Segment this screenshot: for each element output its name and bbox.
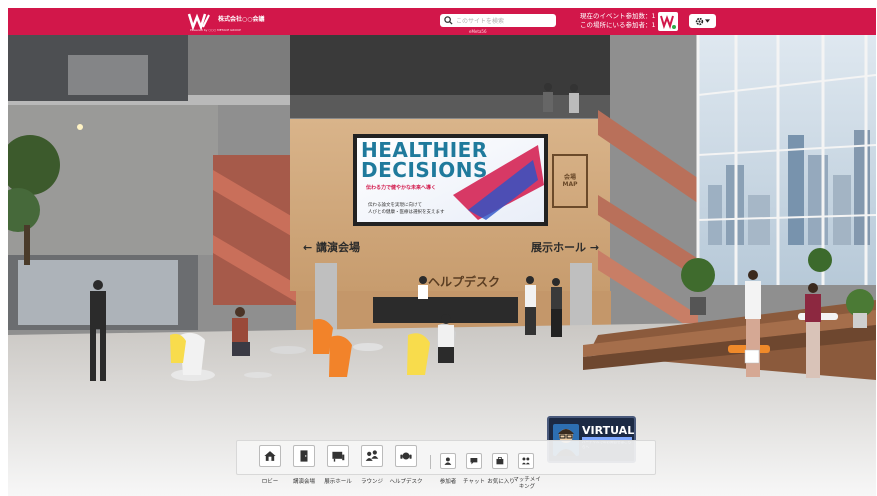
company-subtitle: Powered by ○○○ METACE GROUP: [190, 28, 241, 32]
place-participants-count: この場所にいる参加者：1: [580, 21, 656, 29]
nav-matchmaking-label: マッチメイキング: [513, 477, 541, 490]
search-placeholder: このサイトを検索: [456, 18, 505, 25]
chat-icon: [470, 458, 478, 465]
billboard-title-line2: DECISIONS: [361, 158, 488, 182]
lobby-illustration: [8, 35, 876, 496]
nav-exhibit-hall-label: 展示ホール: [324, 479, 352, 485]
nav-chat-button[interactable]: [466, 453, 482, 469]
map-sign-line2: MAP: [562, 181, 578, 188]
billboard-title-line1: HEALTHIER: [361, 138, 488, 162]
nav-lounge-button[interactable]: [361, 445, 383, 467]
search-icon: [444, 16, 453, 25]
virtual-title: VIRTUAL: [582, 424, 635, 437]
help-desk-sign[interactable]: ヘルプデスク: [428, 273, 500, 290]
online-status-dot: [671, 24, 677, 30]
top-bar: 株式会社○○会議 Powered by ○○○ METACE GROUP このサ…: [8, 8, 876, 35]
nav-lobby-label: ロビー: [261, 479, 279, 485]
event-participants-count: 現在のイベント参加数：1: [580, 12, 656, 20]
billboard-description-1: 伝わる論文を実現に向けて: [368, 203, 422, 208]
user-avatar[interactable]: [658, 12, 678, 31]
participant-counts: 現在のイベント参加数：1 この場所にいる参加者：1: [580, 12, 656, 30]
nav-chat-label: チャット: [463, 479, 485, 485]
nav-participants-label: 参加者: [439, 479, 457, 485]
nav-helpdesk-label: ヘルプデスク: [389, 479, 423, 485]
helpdesk-icon: [400, 452, 412, 460]
house-icon: [264, 451, 276, 461]
nav-exhibit-hall-button[interactable]: [327, 445, 349, 467]
lecture-hall-sign[interactable]: ← 講演会場: [303, 239, 360, 255]
nav-helpdesk-button[interactable]: [395, 445, 417, 467]
nav-matchmaking-button[interactable]: [518, 453, 534, 469]
exhibit-hall-sign[interactable]: 展示ホール →: [531, 239, 599, 255]
nav-lecture-hall-button[interactable]: [293, 445, 315, 467]
nav-favorites-button[interactable]: [492, 453, 508, 469]
nav-lounge-label: ラウンジ: [360, 479, 383, 485]
nav-lecture-hall-label: 講演会場: [292, 479, 315, 485]
chevron-down-icon: [705, 19, 710, 23]
favorite-icon: [496, 457, 504, 465]
nav-divider: [430, 455, 431, 469]
venue-map-sign[interactable]: 会場 MAP: [555, 174, 585, 188]
site-code: eMeta56: [469, 29, 487, 34]
settings-button[interactable]: [689, 14, 716, 28]
nav-lobby-button[interactable]: [259, 445, 281, 467]
gear-icon: [695, 17, 704, 25]
billboard-subtitle: 伝わる力で健やかな未来へ導く: [366, 185, 437, 191]
matchmaking-icon: [522, 457, 530, 465]
lobby-scene[interactable]: HEALTHIER DECISIONS 伝わる力で健やかな未来へ導く 伝わる論文…: [8, 35, 876, 496]
people-icon: [365, 450, 379, 461]
exhibit-icon: [332, 451, 345, 462]
door-icon: [300, 450, 308, 462]
app-window: 株式会社○○会議 Powered by ○○○ METACE GROUP このサ…: [0, 0, 877, 496]
map-sign-line1: 会場: [563, 174, 576, 181]
nav-participants-button[interactable]: [440, 453, 456, 469]
participants-icon: [444, 457, 452, 465]
company-name: 株式会社○○会議: [218, 16, 265, 23]
billboard-description-2: 人びとの健康・医療は選択を支えます: [368, 210, 445, 215]
search-input[interactable]: このサイトを検索: [440, 14, 556, 27]
